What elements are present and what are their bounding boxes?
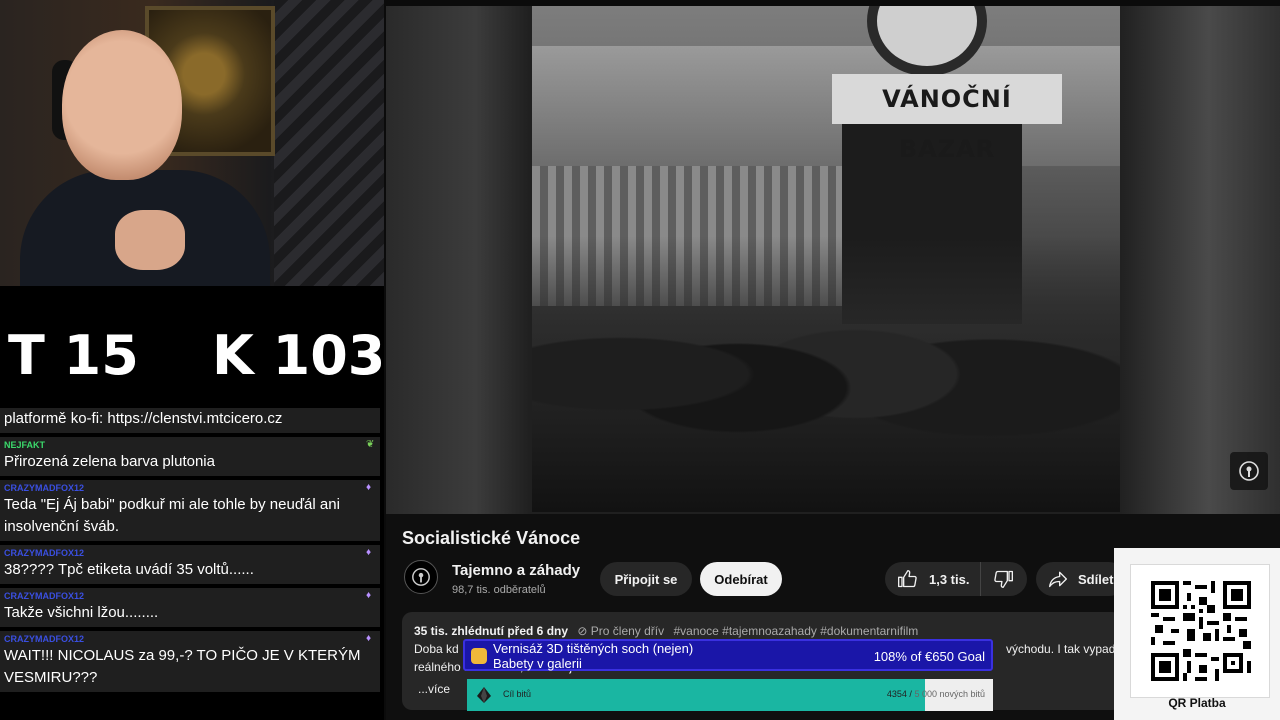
gem-badge-icon: ♦ xyxy=(366,590,372,601)
bits-goal-bar: Cíl bitů 4354 / 5 000 nových bitů xyxy=(467,679,993,711)
counter-panel: T 15 K 103 xyxy=(0,286,384,408)
counter-t: T 15 xyxy=(8,324,139,387)
goal-title-line2: Babety v galerii xyxy=(493,656,582,671)
qr-box xyxy=(1130,564,1270,698)
bits-total: 5 000 nových bitů xyxy=(914,689,985,699)
chat-username[interactable]: CRAZYMADFOX12 xyxy=(4,590,376,602)
chat-message: NEJFAKT Přirozená zelena barva plutonia … xyxy=(0,437,380,476)
chat-username[interactable]: CRAZYMADFOX12 xyxy=(4,633,376,645)
chat-message-text: platformě ko-fi: https://clenstvi.mtcice… xyxy=(4,410,283,427)
video-title: Socialistické Vánoce xyxy=(402,528,581,548)
chat-message: platformě ko-fi: https://clenstvi.mtcice… xyxy=(0,408,380,433)
thumbs-down-icon xyxy=(994,570,1013,588)
subscribe-button[interactable]: Odebírat xyxy=(700,562,782,596)
chat-message: CRAZYMADFOX12 Teda "Ej Áj babi" podkuř m… xyxy=(0,480,380,541)
members-early-label: ⊘ Pro členy dřív xyxy=(577,624,665,638)
channel-subscriber-count: 98,7 tis. odběratelů xyxy=(452,584,546,596)
thumbs-up-icon xyxy=(898,570,917,588)
acoustic-panel xyxy=(274,0,384,286)
qr-code[interactable] xyxy=(1151,581,1251,681)
hashtags[interactable]: #vanoce #tajemnoazahady #dokumentarnifil… xyxy=(673,624,918,638)
share-button[interactable]: Sdílet xyxy=(1036,562,1126,596)
qr-label: QR Platba xyxy=(1168,696,1226,710)
description-text-end: východu. I tak vypad xyxy=(1006,642,1116,656)
channel-avatar[interactable] xyxy=(404,560,438,594)
video-frame[interactable]: VÁNOČNÍ BAZAR xyxy=(532,6,1120,512)
chat-message-text: Přirozená zelena barva plutonia xyxy=(4,453,215,470)
description-meta: 35 tis. zhlédnutí před 6 dny ⊘ Pro členy… xyxy=(414,624,918,638)
webcam-feed xyxy=(0,0,384,286)
view-stats: 35 tis. zhlédnutí před 6 dny xyxy=(414,624,569,638)
gem-badge-icon: ♦ xyxy=(366,547,372,558)
chat-message-text: WAIT!!! NICOLAUS za 99,-? TO PIČO JE V K… xyxy=(4,647,361,686)
qr-payment-card: QR Platba xyxy=(1114,548,1280,720)
channel-watermark-icon[interactable] xyxy=(1230,452,1268,490)
donation-heart-icon xyxy=(471,648,487,664)
gem-badge-icon: ♦ xyxy=(366,482,372,493)
leaf-badge-icon: ❦ xyxy=(366,439,375,450)
chat-message: CRAZYMADFOX12 38???? Tpč etiketa uvádí 3… xyxy=(0,545,380,584)
bits-current: 4354 xyxy=(886,689,907,699)
channel-name[interactable]: Tajemno a záhady xyxy=(452,562,580,579)
dislike-button[interactable] xyxy=(981,562,1027,596)
show-more-link[interactable]: ...více xyxy=(418,682,450,696)
chat-message-text: Teda "Ej Áj babi" podkuř mi ale tohle by… xyxy=(4,496,340,535)
share-icon xyxy=(1049,571,1067,588)
chat-username[interactable]: NEJFAKT xyxy=(4,439,376,451)
description-text-start: Doba kd xyxy=(414,642,459,656)
chat-message: CRAZYMADFOX12 WAIT!!! NICOLAUS za 99,-? … xyxy=(0,631,380,692)
members-early-text: Pro členy dřív xyxy=(590,624,665,638)
gem-badge-icon: ♦ xyxy=(366,633,372,644)
streamer-head xyxy=(62,30,182,180)
streamer-hand xyxy=(115,210,185,270)
like-button[interactable]: 1,3 tis. xyxy=(885,562,981,596)
like-count: 1,3 tis. xyxy=(929,571,970,587)
stream-screen: T 15 K 103 platformě ko-fi: https://clen… xyxy=(0,0,1280,720)
video-sign: VÁNOČNÍ BAZAR xyxy=(832,74,1062,163)
chat-panel: platformě ko-fi: https://clenstvi.mtcice… xyxy=(0,408,384,720)
chat-username[interactable]: CRAZYMADFOX12 xyxy=(4,482,376,494)
chat-username[interactable]: CRAZYMADFOX12 xyxy=(4,547,376,559)
join-button[interactable]: Připojit se xyxy=(600,562,692,596)
bits-progress-fill xyxy=(467,679,925,711)
counter-k: K 103 xyxy=(212,324,384,387)
donation-goal-bar: Vernisáž 3D tištěných soch (nejen) Babet… xyxy=(463,639,993,671)
goal-progress: 108% of €650 Goal xyxy=(873,649,985,664)
bits-count: 4354 / 5 000 nových bitů xyxy=(886,689,985,699)
share-label: Sdílet xyxy=(1078,571,1114,587)
video-crowd xyxy=(532,236,1120,512)
bits-goal-label: Cíl bitů xyxy=(503,689,532,699)
bits-gem-icon xyxy=(477,687,491,703)
chat-message-text: 38???? Tpč etiketa uvádí 35 voltů...... xyxy=(4,561,254,578)
chat-message-text: Takže všichni lžou........ xyxy=(4,604,159,621)
like-dislike-group: 1,3 tis. xyxy=(885,562,1027,596)
goal-title-line1: Vernisáž 3D tištěných soch (nejen) xyxy=(493,641,694,656)
chat-message: CRAZYMADFOX12 Takže všichni lžou........… xyxy=(0,588,380,627)
